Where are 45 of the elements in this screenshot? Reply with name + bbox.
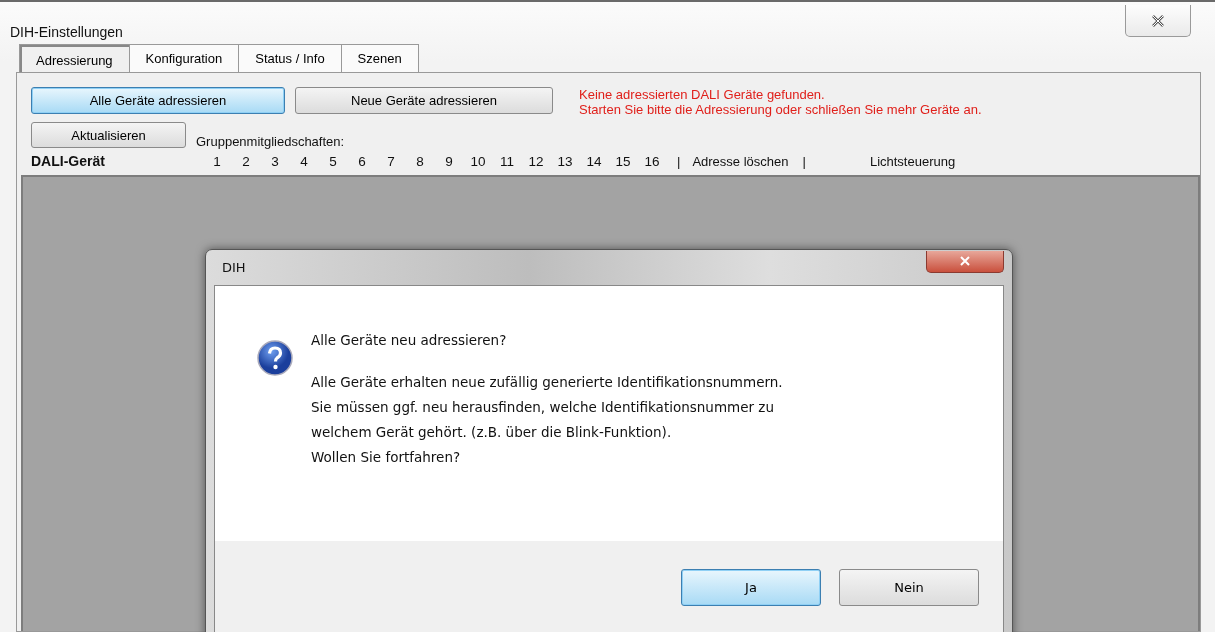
close-button[interactable] [1125,5,1191,37]
error-message: Starten Sie bitte die Adressierung oder schließen Sie mehr Geräte an. [579,102,982,117]
column-header: Adresse löschen [692,153,789,169]
group-number: 11 [499,153,515,169]
window-title: DIH-Einstellungen [10,24,123,40]
dialog-button[interactable]: Nein [839,569,979,606]
dialog-message: Sie müssen ggf. neu herausfinden, welche Identifikationsnummer zu [311,398,775,417]
address-button[interactable]: Neue Geräte adressieren [295,87,553,114]
group-number: 7 [386,153,396,169]
tab[interactable]: Adressierung [19,44,130,72]
close-icon [1151,14,1165,27]
group-number: 10 [469,153,487,169]
group-number: 13 [556,153,574,169]
question-icon [257,340,293,376]
group-number: 9 [444,153,454,169]
error-message: Keine adressierten DALI Geräte gefunden. [579,87,826,102]
column-header: Lichtsteuerung [869,153,956,169]
refresh-button[interactable]: Aktualisieren [31,122,186,148]
group-number: 16 [643,153,661,169]
dialog-button[interactable]: Ja [681,569,821,606]
group-number: 8 [415,153,425,169]
group-number: 15 [614,153,632,169]
dialog-question: Alle Geräte neu adressieren? [311,332,508,348]
separator: | [677,153,681,169]
group-number: 2 [241,153,251,169]
close-button[interactable] [926,250,1004,273]
group-number: 12 [527,153,545,169]
groups-label: Gruppenmitgliedschaften: [196,134,345,149]
tab[interactable]: Konfiguration [128,44,240,72]
group-number: 3 [270,153,280,169]
dialog-message: Wollen Sie fortfahren? [311,448,462,467]
dialog-message: Alle Geräte erhalten neue zufällig generierte Identifikationsnummern. [311,373,783,392]
group-number: 5 [328,153,338,169]
column-header: DALI-Gerät [31,153,106,169]
group-number: 6 [357,153,367,169]
tab[interactable]: Status / Info [238,44,342,72]
dialog-message: welchem Gerät gehört. (z.B. über die Blink-Funktion). [311,423,673,442]
separator: | [802,153,806,169]
group-number: 14 [585,153,603,169]
address-button[interactable]: Alle Geräte adressieren [31,87,285,114]
tab[interactable]: Szenen [340,44,419,72]
group-number: 4 [299,153,309,169]
group-number: 1 [212,153,222,169]
dialog-title: DIH [222,260,246,275]
close-icon [959,256,971,266]
